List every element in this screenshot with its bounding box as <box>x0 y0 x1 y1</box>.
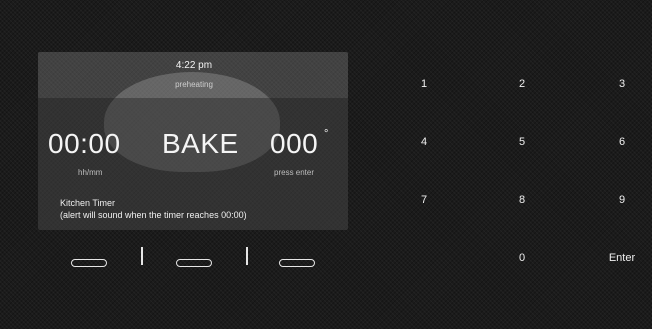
timer-value[interactable]: 00:00 <box>48 128 121 160</box>
keypad-key-1[interactable]: 1 <box>404 78 444 90</box>
temperature-hint: press enter <box>274 168 315 177</box>
keypad-key-8[interactable]: 8 <box>502 194 542 206</box>
timer-unit-label: hh/mm <box>78 168 103 177</box>
clock-time: 4:22 pm <box>175 60 213 71</box>
oven-status: preheating <box>175 80 213 89</box>
keypad-key-7[interactable]: 7 <box>404 194 444 206</box>
temperature-value[interactable]: 000 <box>270 128 318 160</box>
degree-symbol: ° <box>324 128 329 140</box>
soft-key-divider <box>141 247 143 265</box>
keypad-key-9[interactable]: 9 <box>602 194 642 206</box>
soft-key-right[interactable] <box>279 259 315 267</box>
soft-key-left[interactable] <box>71 259 107 267</box>
enter-key[interactable]: Enter <box>602 252 642 264</box>
keypad-key-4[interactable]: 4 <box>404 136 444 148</box>
keypad-key-2[interactable]: 2 <box>502 78 542 90</box>
soft-key-center[interactable] <box>176 259 212 267</box>
keypad-key-6[interactable]: 6 <box>602 136 642 148</box>
keypad-key-0[interactable]: 0 <box>502 252 542 264</box>
keypad-key-3[interactable]: 3 <box>602 78 642 90</box>
cooking-mode[interactable]: BAKE <box>162 128 239 160</box>
keypad-key-5[interactable]: 5 <box>502 136 542 148</box>
kitchen-timer-note: (alert will sound when the timer reaches… <box>60 210 247 220</box>
soft-key-divider <box>246 247 248 265</box>
kitchen-timer-title: Kitchen Timer <box>60 198 116 208</box>
